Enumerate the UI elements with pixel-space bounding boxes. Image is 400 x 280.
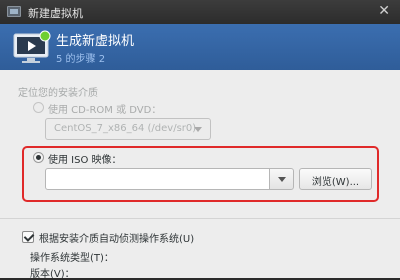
iso-path-input[interactable]	[45, 168, 270, 190]
monitor-icon	[13, 30, 51, 63]
virt-manager-icon	[7, 6, 21, 17]
close-icon[interactable]: ✕	[378, 3, 390, 19]
auto-detect-os-checkbox[interactable]	[22, 231, 34, 243]
browse-button[interactable]: 浏览(W)...	[299, 168, 372, 190]
cdrom-radio-label: 使用 CD-ROM 或 DVD：	[48, 105, 162, 116]
window-title: 新建虚拟机	[28, 7, 83, 20]
cdrom-device-select[interactable]: CentOS_7_x86_64 (/dev/sr0)	[45, 118, 211, 140]
title-bar: 新建虚拟机 ✕	[0, 0, 400, 24]
iso-radio-label: 使用 ISO 映像：	[48, 155, 122, 166]
auto-detect-os-label: 根据安装介质自动侦测操作系统(U)	[39, 234, 195, 245]
cdrom-device-value: CentOS_7_x86_64 (/dev/sr0)	[54, 123, 197, 134]
divider	[0, 218, 400, 219]
os-type-label: 操作系统类型(T)：	[30, 253, 114, 264]
chevron-down-icon	[194, 127, 202, 132]
wizard-step: 5 的步骤 2	[56, 54, 106, 65]
chevron-down-icon	[278, 177, 286, 182]
cdrom-radio[interactable]	[33, 102, 44, 113]
wizard-title: 生成新虚拟机	[56, 34, 135, 49]
install-media-heading: 定位您的安装介质	[18, 88, 98, 99]
iso-path-dropdown-button[interactable]	[269, 168, 294, 190]
wizard-header: 生成新虚拟机 5 的步骤 2	[0, 24, 400, 70]
iso-radio[interactable]	[33, 152, 44, 163]
new-vm-dialog: 新建虚拟机 ✕ 生成新虚拟机 5 的步骤 2 定位您的安装介质 使用 CD-RO…	[0, 0, 400, 280]
